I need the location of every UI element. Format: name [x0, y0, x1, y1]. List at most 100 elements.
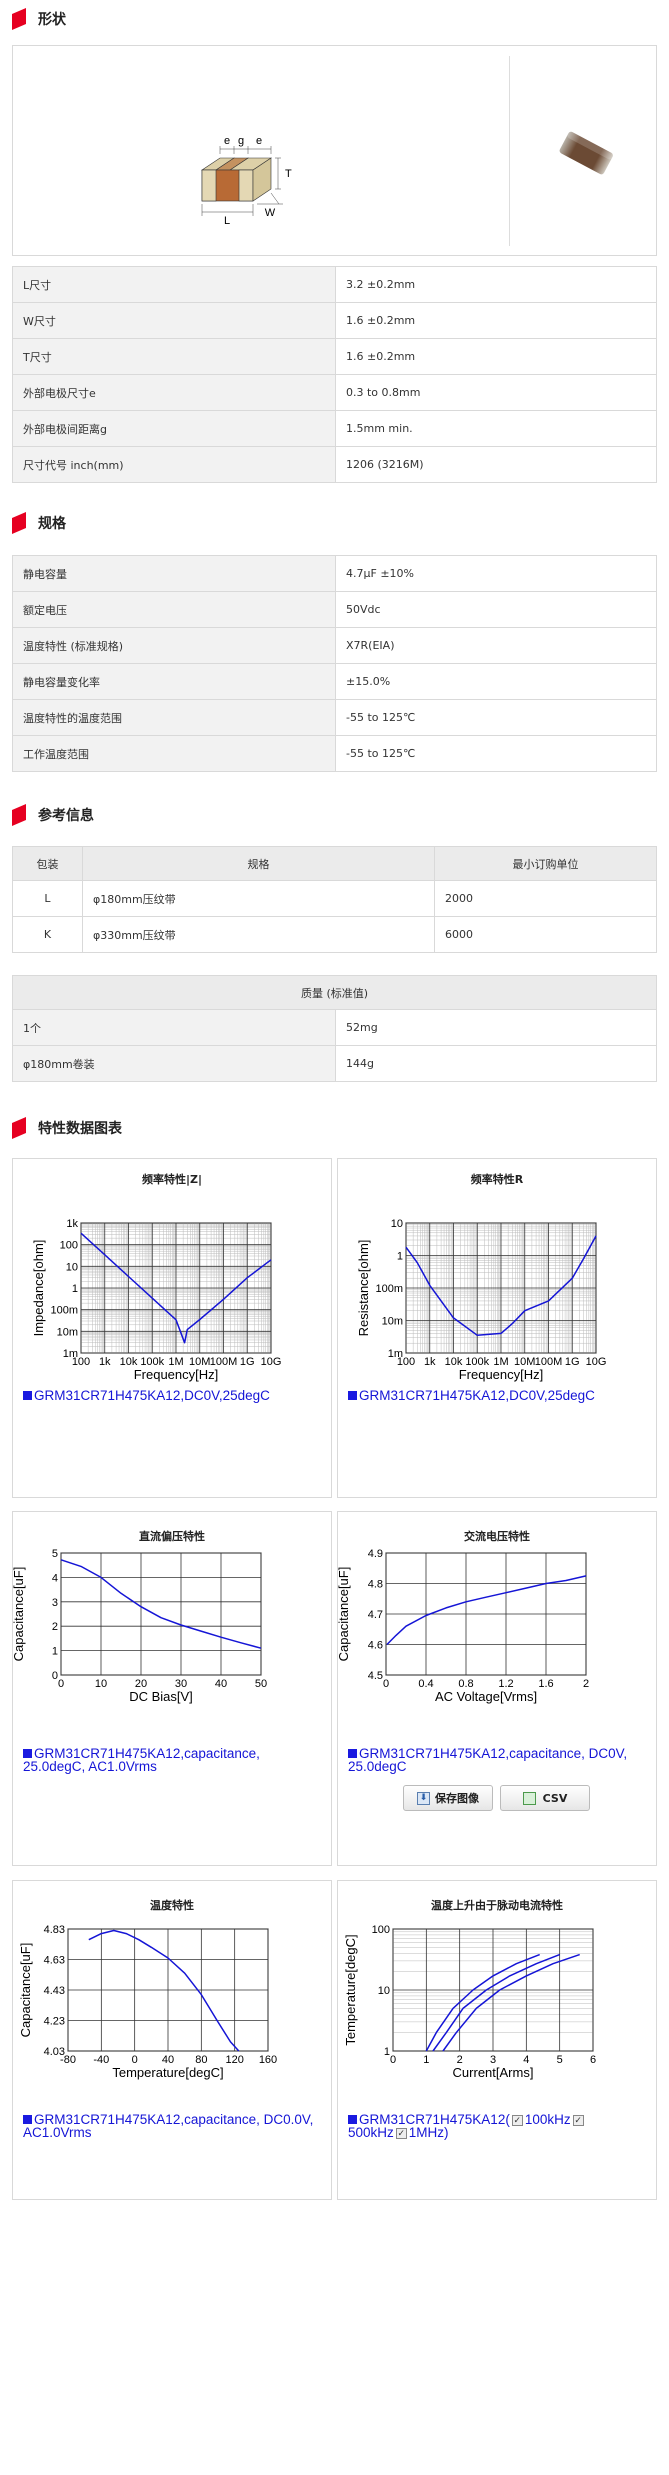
y-axis-label: Impedance[ohm] — [31, 1240, 46, 1337]
shape-dimension-table: L尺寸 3.2 ±0.2mm W尺寸 1.6 ±0.2mm T尺寸 1.6 ±0.2mm 外… — [12, 266, 657, 483]
x-tick-label: 10G — [261, 1356, 282, 1368]
legend-swatch — [348, 2115, 357, 2124]
chart-title: 温度特性 — [150, 1899, 194, 1912]
table-row: Lφ180mm压纹带 2000 — [12, 880, 657, 917]
row-label: W尺寸 — [12, 302, 336, 339]
chart-dc-bias[interactable]: 0 10 20 30 40 50012345DC Bias[V]Capacitance[u… — [13, 1548, 331, 1748]
table-row: φ180mm卷装 144g — [12, 1045, 657, 1082]
dim-label-e2: e — [256, 135, 262, 147]
spec-table: 静电容量 4.7μF ±10% 额定电压 50Vdc 温度特性 (标准规格) X7R(EI… — [12, 555, 657, 772]
y-tick-label: 100m — [50, 1305, 78, 1317]
chip-photo — [559, 131, 613, 175]
x-tick-label: 0 — [383, 1678, 389, 1690]
cell-spec: φ330mm压纹带 — [82, 916, 435, 953]
row-label: 外部电极间距离g — [12, 410, 336, 447]
chart-legend[interactable]: GRM31CR71H475KA12,capacitance, DC0V, 25.… — [348, 1747, 648, 1773]
section-title-charts: 特性数据图表 — [12, 1117, 122, 1139]
col-header-moq: 最小订购单位 — [434, 846, 657, 881]
chart-temp[interactable]: -80 -40 0 40 80 120 1604.034.234.434.634.83Tem… — [13, 1917, 331, 2117]
y-tick-label: 3 — [52, 1597, 58, 1609]
cell-value: 144g — [335, 1045, 657, 1082]
chart-title: 温度上升由于脉动电流特性 — [431, 1899, 563, 1912]
y-tick-label: 10m — [382, 1316, 403, 1328]
chart-legend[interactable]: GRM31CR71H475KA12,DC0V,25degC — [23, 1389, 323, 1402]
chart-legend[interactable]: GRM31CR71H475KA12,DC0V,25degC — [348, 1389, 648, 1402]
row-value: 3.2 ±0.2mm — [335, 266, 657, 303]
y-axis-label: Resistance[ohm] — [356, 1240, 371, 1337]
legend-text: GRM31CR71H475KA12,DC0V,25degC — [359, 1388, 595, 1403]
y-tick-label: 4.5 — [368, 1670, 383, 1682]
section-marker-icon — [12, 804, 26, 826]
legend-swatch — [23, 1749, 32, 1758]
y-tick-label: 1k — [66, 1218, 78, 1230]
cell-value: 52mg — [335, 1009, 657, 1046]
table-row: 温度特性 (标准规格) X7R(EIA) — [12, 627, 657, 664]
checkbox-500khz[interactable]: ✓ — [572, 2114, 584, 2126]
save-image-button[interactable]: ⬇ 保存图像 — [403, 1785, 493, 1811]
section-marker-icon — [12, 512, 26, 534]
row-value: 4.7μF ±10% — [335, 555, 657, 592]
chart-title: 直流偏压特性 — [139, 1530, 205, 1543]
chart-panel-ac-volt: 交流电压特性 0 0.4 0.8 1.2 1.6 2 4.5 4.6 4.7 4.8 4.9 AC V… — [337, 1511, 657, 1866]
chart-freq-r[interactable]: 100 1k 10k 100k 1M 10M 100M 1G 10G1m10m100m110Fr… — [338, 1187, 656, 1417]
x-tick-label: -40 — [93, 2054, 109, 2066]
y-tick-label: 4 — [52, 1572, 58, 1584]
chart-panel-dc-bias: 直流偏压特性 0 10 20 30 40 50 0 1 2 3 4 5 DC Bias[V] Capaci… — [12, 1511, 332, 1866]
y-tick-label: 100 — [372, 1924, 390, 1936]
row-value: 1.6 ±0.2mm — [335, 302, 657, 339]
row-label: 静电容量 — [12, 555, 336, 592]
chart-ripple[interactable]: 0 1 2 3 4 5 6110100Current[Arms]Temperature[de… — [338, 1917, 656, 2117]
y-tick-label: 100m — [375, 1283, 403, 1295]
table-row: 静电容量 4.7μF ±10% — [12, 555, 657, 592]
save-image-icon: ⬇ — [417, 1791, 430, 1805]
cell-label: φ180mm卷装 — [12, 1045, 336, 1082]
dim-label-g: g — [238, 135, 244, 147]
chart-ac-volt[interactable]: 0 0.4 0.8 1.2 1.6 24.54.64.74.84.9AC Voltage[… — [338, 1548, 656, 1748]
csv-label: CSV — [542, 1791, 568, 1805]
chart-legend[interactable]: GRM31CR71H475KA12,capacitance, DC0.0V, A… — [23, 2113, 323, 2139]
col-header-mass: 质量 (标准值) — [12, 975, 657, 1010]
x-tick-label: 1 — [423, 2054, 429, 2066]
legend-text-500khz: 500kHz — [348, 2125, 394, 2140]
chart-title: 频率特性|Z| — [141, 1173, 202, 1186]
checkbox-100khz[interactable]: ✓ — [511, 2114, 523, 2126]
chart-freq-z[interactable]: 100 1k 10k 100k 1M 10M 100M 1G 10G1m10m100m11010… — [13, 1187, 331, 1417]
row-label: 外部电极尺寸e — [12, 374, 336, 411]
chart-legend[interactable]: GRM31CR71H475KA12(✓ 100kHz ✓ 500kHz ✓ 1MHz) — [348, 2113, 648, 2139]
x-axis-label: Temperature[degC] — [112, 2065, 223, 2080]
cell-moq: 6000 — [434, 916, 657, 953]
y-tick-label: 4.8 — [368, 1579, 383, 1591]
table-row: 外部电极间距离g 1.5mm min. — [12, 410, 657, 447]
y-tick-label: 4.6 — [368, 1640, 383, 1652]
section-title-shape: 形状 — [12, 8, 66, 30]
legend-text: GRM31CR71H475KA12,DC0V,25degC — [34, 1388, 270, 1403]
x-axis-label: Frequency[Hz] — [459, 1367, 544, 1382]
section-title-text: 形状 — [38, 12, 66, 28]
table-row: Kφ330mm压纹带 6000 — [12, 916, 657, 953]
checkbox-1mhz[interactable]: ✓ — [395, 2127, 407, 2139]
row-label: 尺寸代号 inch(mm) — [12, 446, 336, 483]
chart-legend[interactable]: GRM31CR71H475KA12,capacitance, 25.0degC,… — [23, 1747, 323, 1773]
chart-panel-ripple: 温度上升由于脉动电流特性 0 1 2 3 4 5 6 1 10 100 Current[Arms] T… — [337, 1880, 657, 2200]
x-tick-label: 1G — [565, 1356, 580, 1368]
x-axis-label: AC Voltage[Vrms] — [435, 1689, 537, 1704]
y-tick-label: 2 — [52, 1621, 58, 1633]
table-row: W尺寸 1.6 ±0.2mm — [12, 302, 657, 339]
y-tick-label: 1 — [397, 1251, 403, 1263]
cell-spec: φ180mm压纹带 — [82, 880, 435, 917]
y-axis-label: Temperature[degC] — [343, 1934, 358, 2045]
y-axis-label: Capacitance[uF] — [13, 1567, 26, 1662]
chart-title: 频率特性R — [470, 1173, 524, 1186]
table-row: L尺寸 3.2 ±0.2mm — [12, 266, 657, 303]
x-tick-label: 6 — [590, 2054, 596, 2066]
packaging-table: 包装 规格 最小订购单位 Lφ180mm压纹带 2000 Kφ330mm压纹带 600… — [12, 846, 657, 953]
y-axis-label: Capacitance[uF] — [338, 1567, 351, 1662]
row-label: 温度特性的温度范围 — [12, 699, 336, 736]
y-tick-label: 10m — [57, 1326, 78, 1338]
legend-text-100khz: 100kHz — [524, 2112, 571, 2127]
x-axis-label: Current[Arms] — [453, 2065, 534, 2080]
chart-title: 交流电压特性 — [464, 1530, 530, 1543]
csv-button[interactable]: CSV — [500, 1785, 590, 1811]
x-tick-label: 40 — [215, 1678, 227, 1690]
x-tick-label: 1k — [99, 1356, 111, 1368]
